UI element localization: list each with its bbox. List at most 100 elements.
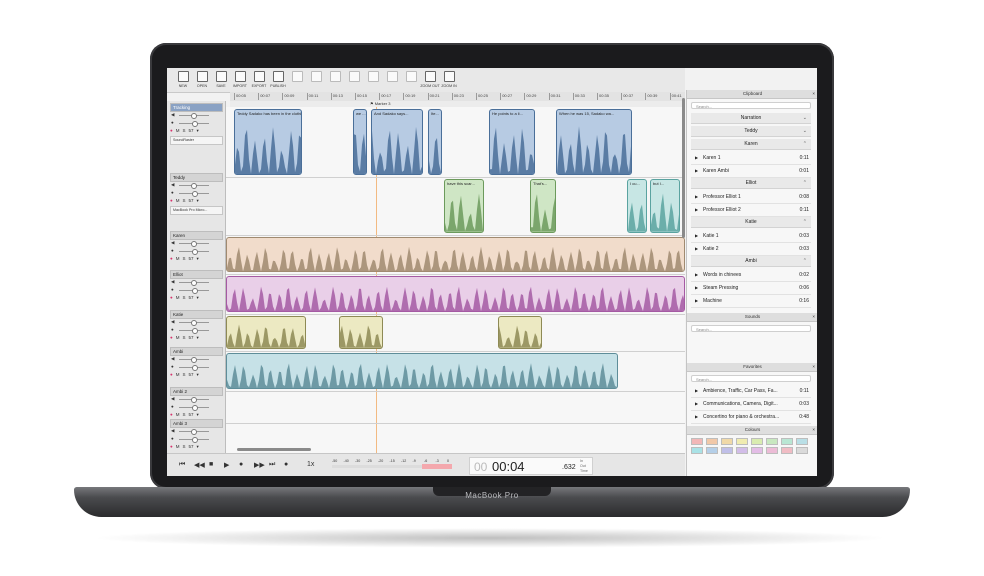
record-button[interactable]: ● bbox=[170, 128, 173, 133]
mute-button[interactable]: M bbox=[176, 256, 180, 261]
fast-forward-button[interactable]: ▶▶ bbox=[254, 461, 265, 469]
colour-swatch[interactable] bbox=[751, 438, 763, 445]
clip-item[interactable]: ▶ Steam Pressing 0:06 bbox=[691, 282, 811, 295]
solo-button[interactable]: S bbox=[182, 444, 185, 449]
colour-swatch[interactable] bbox=[706, 438, 718, 445]
track-name[interactable]: Ambi 3 bbox=[170, 419, 223, 428]
play-icon[interactable]: ▶ bbox=[695, 243, 698, 255]
colour-swatch[interactable] bbox=[766, 438, 778, 445]
chevron-up-icon[interactable]: ⌃ bbox=[803, 217, 807, 227]
clip-item[interactable]: ▶ Words in chinees 0:02 bbox=[691, 269, 811, 282]
chevron-down-icon[interactable]: ⌄ bbox=[803, 126, 807, 136]
pan-slider[interactable] bbox=[179, 437, 209, 443]
colour-swatch[interactable] bbox=[691, 447, 703, 454]
track-lane[interactable] bbox=[226, 351, 685, 392]
chevron-up-icon[interactable]: ⌃ bbox=[803, 178, 807, 188]
volume-slider[interactable] bbox=[179, 397, 209, 403]
slider-knob[interactable] bbox=[192, 328, 198, 334]
track-lane[interactable]: Teddy Sadako has been in the clothing bu… bbox=[226, 107, 685, 178]
audio-clip[interactable]: Teddy Sadako has been in the clothing bu… bbox=[234, 109, 302, 175]
solo-button[interactable]: S bbox=[182, 335, 185, 340]
solo-button[interactable]: S bbox=[182, 295, 185, 300]
colour-swatch[interactable] bbox=[796, 447, 808, 454]
volume-value[interactable]: 57 bbox=[188, 198, 193, 203]
track-name[interactable]: Katie bbox=[170, 310, 223, 319]
record-button[interactable]: ● bbox=[170, 256, 173, 261]
horizontal-scrollbar[interactable] bbox=[237, 448, 311, 451]
clip-item[interactable]: ▶ Machine 0:16 bbox=[691, 295, 811, 308]
track-menu-button[interactable]: ▾ bbox=[197, 335, 199, 341]
volume-slider[interactable] bbox=[179, 320, 209, 326]
skip-end-button[interactable]: ⏭ bbox=[269, 461, 275, 469]
volume-slider[interactable] bbox=[179, 357, 209, 363]
volume-value[interactable]: 57 bbox=[188, 128, 193, 133]
toolbar-button[interactable] bbox=[325, 71, 345, 84]
volume-value[interactable]: 57 bbox=[188, 372, 193, 377]
mute-button[interactable]: M bbox=[176, 295, 180, 300]
record-button[interactable]: ● bbox=[170, 335, 173, 340]
audio-clip[interactable]: we ... bbox=[353, 109, 367, 175]
slider-knob[interactable] bbox=[192, 405, 198, 411]
track-name[interactable]: Teddy bbox=[170, 173, 223, 182]
clipboard-category[interactable]: Teddy ⌄ bbox=[691, 126, 811, 137]
slider-knob[interactable] bbox=[191, 280, 197, 286]
mute-button[interactable]: M bbox=[176, 198, 180, 203]
play-icon[interactable]: ▶ bbox=[695, 204, 698, 216]
track-name[interactable]: Karen bbox=[170, 231, 223, 240]
mute-button[interactable]: M bbox=[176, 372, 180, 377]
clipboard-category[interactable]: Katie ⌃ bbox=[691, 217, 811, 228]
record-button[interactable]: ● bbox=[170, 412, 173, 417]
volume-value[interactable]: 57 bbox=[188, 295, 193, 300]
close-icon[interactable]: × bbox=[812, 313, 815, 321]
volume-value[interactable]: 57 bbox=[188, 335, 193, 340]
slider-knob[interactable] bbox=[191, 429, 197, 435]
loop-record-button[interactable]: ● bbox=[284, 461, 288, 468]
mute-button[interactable]: M bbox=[176, 128, 180, 133]
volume-value[interactable]: 57 bbox=[188, 412, 193, 417]
audio-clip[interactable]: I cu... bbox=[627, 179, 647, 233]
colour-swatch[interactable] bbox=[751, 447, 763, 454]
audio-clip[interactable]: That's... bbox=[530, 179, 556, 233]
mute-button[interactable]: M bbox=[176, 444, 180, 449]
audio-clip[interactable]: Ite... bbox=[428, 109, 442, 175]
colour-swatch[interactable] bbox=[796, 438, 808, 445]
toolbar-button[interactable] bbox=[363, 71, 383, 84]
toolbar-button[interactable]: ZOOM OUT bbox=[420, 71, 440, 88]
clipboard-category[interactable]: Ambi ⌃ bbox=[691, 256, 811, 267]
toolbar-button[interactable]: SAVE bbox=[211, 71, 231, 88]
track-lane[interactable] bbox=[226, 314, 685, 352]
chevron-down-icon[interactable]: ⌄ bbox=[803, 113, 807, 123]
pan-slider[interactable] bbox=[179, 405, 209, 411]
mute-button[interactable]: M bbox=[176, 335, 180, 340]
audio-clip[interactable]: but I... bbox=[650, 179, 680, 233]
pan-slider[interactable] bbox=[179, 121, 209, 127]
toolbar-button[interactable]: EXPORT bbox=[249, 71, 269, 88]
play-icon[interactable]: ▶ bbox=[695, 411, 698, 423]
track-menu-button[interactable]: ▾ bbox=[197, 198, 199, 204]
audio-clip[interactable]: When he was 15, Sadako wa... bbox=[556, 109, 632, 175]
toolbar-button[interactable]: OPEN bbox=[192, 71, 212, 88]
colour-swatch[interactable] bbox=[691, 438, 703, 445]
clipboard-category[interactable]: Elliot ⌃ bbox=[691, 178, 811, 189]
track-menu-button[interactable]: ▾ bbox=[197, 412, 199, 418]
track-lane[interactable]: have this scar... That's... I cu... but I..… bbox=[226, 177, 685, 236]
audio-clip[interactable] bbox=[226, 276, 685, 312]
colour-swatch[interactable] bbox=[781, 447, 793, 454]
volume-slider[interactable] bbox=[179, 280, 209, 286]
favorites-search-input[interactable]: Search... bbox=[691, 375, 811, 382]
marker-label[interactable]: ⚑ Marker 3 bbox=[370, 101, 390, 106]
clipboard-category[interactable]: Karen ⌃ bbox=[691, 139, 811, 150]
play-icon[interactable]: ▶ bbox=[695, 152, 698, 164]
play-icon[interactable]: ▶ bbox=[695, 165, 698, 177]
play-icon[interactable]: ▶ bbox=[695, 191, 698, 203]
chevron-up-icon[interactable]: ⌃ bbox=[803, 139, 807, 149]
toolbar-button[interactable]: ZOOM IN bbox=[439, 71, 459, 88]
play-button[interactable]: ▶ bbox=[224, 461, 229, 469]
input-device-select[interactable]: MacBook Pro Micro... bbox=[170, 206, 223, 215]
input-device-select[interactable]: SoundRaster bbox=[170, 136, 223, 145]
rewind-button[interactable]: ◀◀ bbox=[194, 461, 205, 469]
track-lane[interactable] bbox=[226, 235, 685, 275]
audio-clip[interactable]: And Sadako says... bbox=[371, 109, 423, 175]
volume-slider[interactable] bbox=[179, 183, 209, 189]
track-menu-button[interactable]: ▾ bbox=[197, 128, 199, 134]
